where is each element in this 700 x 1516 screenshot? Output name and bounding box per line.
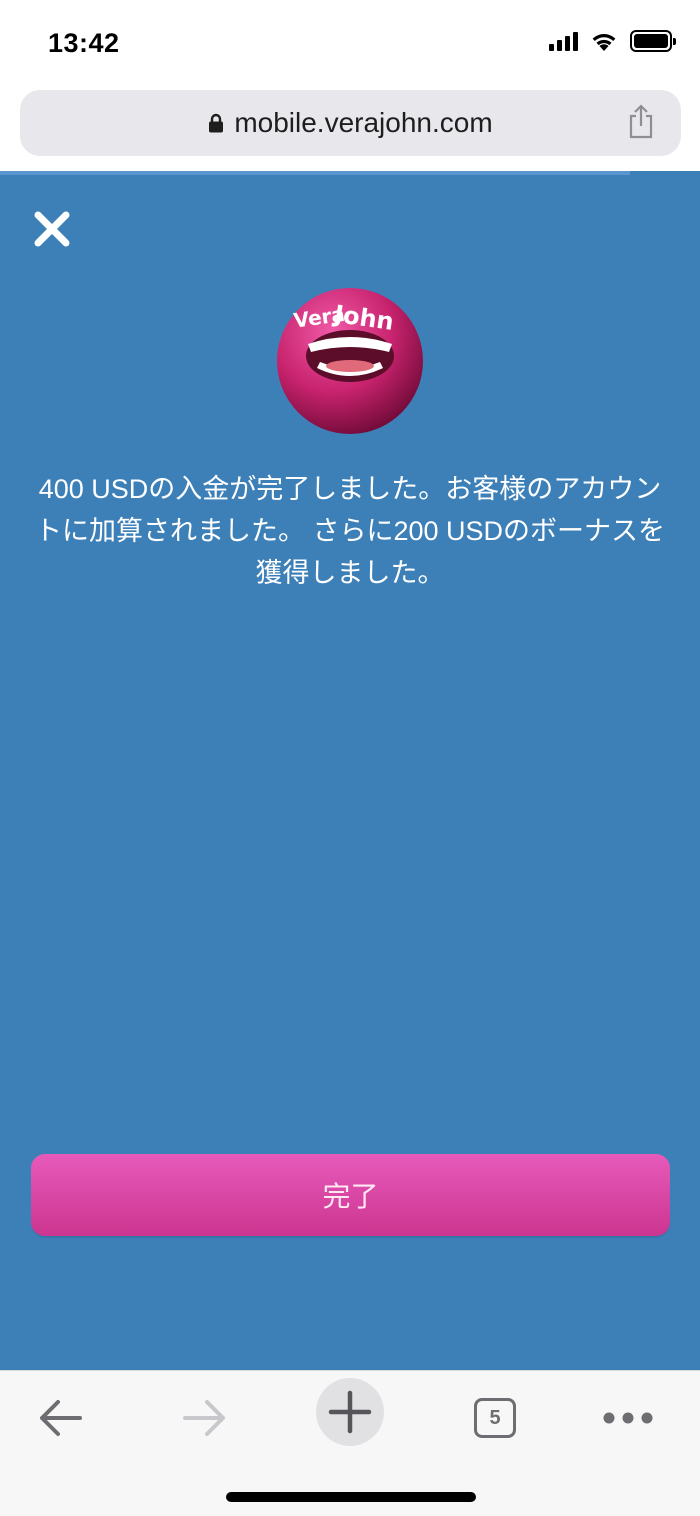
new-tab-button[interactable] (316, 1378, 384, 1446)
battery-icon (630, 30, 676, 52)
arrow-left-icon (40, 1400, 82, 1436)
loading-progress-line (0, 171, 630, 175)
cellular-signal-icon (549, 31, 578, 51)
back-button[interactable] (25, 1383, 95, 1453)
status-bar: 13:42 (0, 0, 700, 88)
plus-icon (328, 1390, 372, 1434)
lock-icon (209, 113, 224, 133)
deposit-complete-modal: Vera John 400 USDの入金が完了しました。お客様のアカウントに加算… (0, 171, 700, 1370)
deposit-confirmation-message: 400 USDの入金が完了しました。お客様のアカウントに加算されました。 さらに… (34, 474, 666, 588)
tab-count-badge: 5 (474, 1398, 516, 1438)
home-indicator (226, 1492, 476, 1502)
status-icons (549, 30, 676, 52)
url-text: mobile.verajohn.com (234, 107, 493, 138)
arrow-right-icon (183, 1400, 225, 1436)
more-options-button[interactable] (593, 1383, 663, 1453)
address-bar[interactable]: mobile.verajohn.com (20, 90, 681, 156)
done-button[interactable]: 完了 (31, 1154, 670, 1236)
wifi-icon (592, 34, 616, 51)
status-time: 13:42 (48, 28, 120, 58)
forward-button[interactable] (170, 1383, 240, 1453)
more-dots-icon (603, 1412, 653, 1424)
verajohn-mascot-logo: Vera John (277, 288, 423, 434)
close-icon[interactable] (30, 207, 74, 251)
tabs-button[interactable]: 5 (460, 1383, 530, 1453)
url-display: mobile.verajohn.com (20, 107, 681, 139)
share-icon[interactable] (627, 104, 655, 140)
